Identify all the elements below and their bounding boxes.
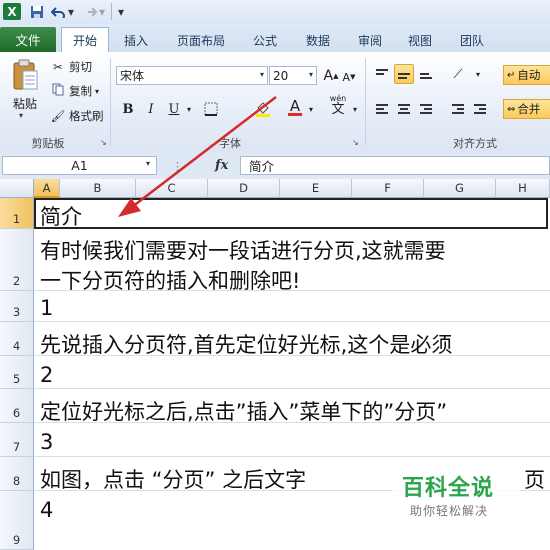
annotation-arrow <box>118 96 277 217</box>
arrow-head <box>118 198 141 217</box>
arrow-shaft <box>131 96 277 208</box>
